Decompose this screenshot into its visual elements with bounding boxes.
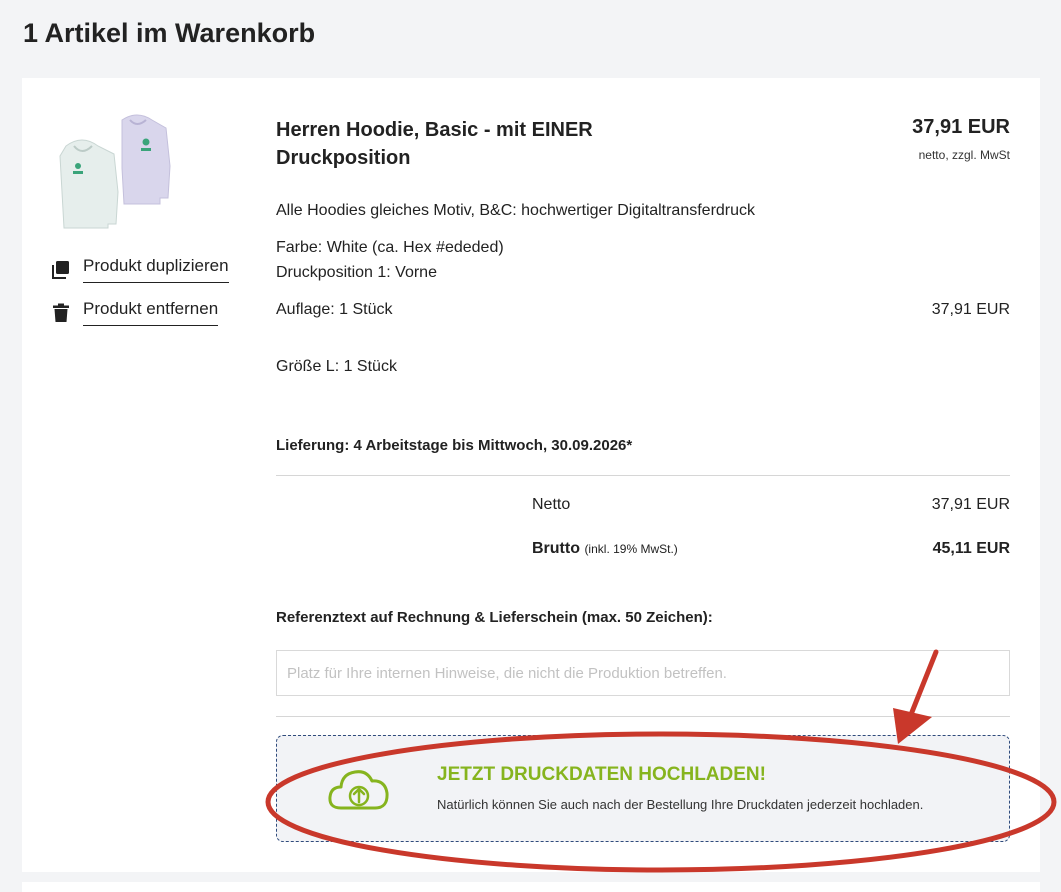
product-size: Größe L: 1 Stück <box>276 358 397 375</box>
product-price: 37,91 EUR <box>912 116 1010 138</box>
product-print-position: Druckposition 1: Vorne <box>276 264 437 281</box>
duplicate-icon <box>52 260 69 279</box>
reference-input[interactable] <box>276 650 1010 696</box>
gross-value: 45,11 EUR <box>932 540 1010 557</box>
product-thumbnail[interactable] <box>52 106 177 231</box>
divider <box>276 716 1010 717</box>
trash-icon <box>53 303 69 322</box>
cart-item-card: Produkt duplizieren Produkt entfernen He… <box>22 78 1040 872</box>
page-title: 1 Artikel im Warenkorb <box>23 18 316 48</box>
cloud-upload-icon <box>328 770 389 810</box>
product-description: Alle Hoodies gleiches Motiv, B&C: hochwe… <box>276 202 756 219</box>
next-card-edge <box>22 882 1040 892</box>
gross-tax-note: (inkl. 19% MwSt.) <box>584 542 678 556</box>
upload-subtitle: Natürlich können Sie auch nach der Beste… <box>437 797 924 812</box>
product-title[interactable]: Herren Hoodie, Basic - mit EINER Druckpo… <box>276 116 676 172</box>
net-label: Netto <box>532 496 571 513</box>
price-tax-note: netto, zzgl. MwSt <box>918 148 1010 162</box>
remove-product-label: Produkt entfernen <box>83 299 219 326</box>
upload-title: JETZT DRUCKDATEN HOCHLADEN! <box>437 764 766 785</box>
duplicate-product-label: Produkt duplizieren <box>83 256 229 283</box>
remove-product-button[interactable]: Produkt entfernen <box>52 299 219 326</box>
product-quantity: Auflage: 1 Stück <box>276 301 393 318</box>
gross-row: Brutto (inkl. 19% MwSt.) <box>532 540 678 558</box>
gross-label: Brutto <box>532 540 580 557</box>
product-color: Farbe: White (ca. Hex #ededed) <box>276 239 504 256</box>
upload-print-data-button[interactable]: JETZT DRUCKDATEN HOCHLADEN! Natürlich kö… <box>276 735 1010 842</box>
reference-label: Referenztext auf Rechnung & Lieferschein… <box>276 609 713 626</box>
duplicate-product-button[interactable]: Produkt duplizieren <box>52 256 229 283</box>
delivery-info: Lieferung: 4 Arbeitstage bis Mittwoch, 3… <box>276 437 633 454</box>
divider <box>276 475 1010 476</box>
net-value: 37,91 EUR <box>931 496 1010 513</box>
quantity-price: 37,91 EUR <box>931 301 1010 318</box>
